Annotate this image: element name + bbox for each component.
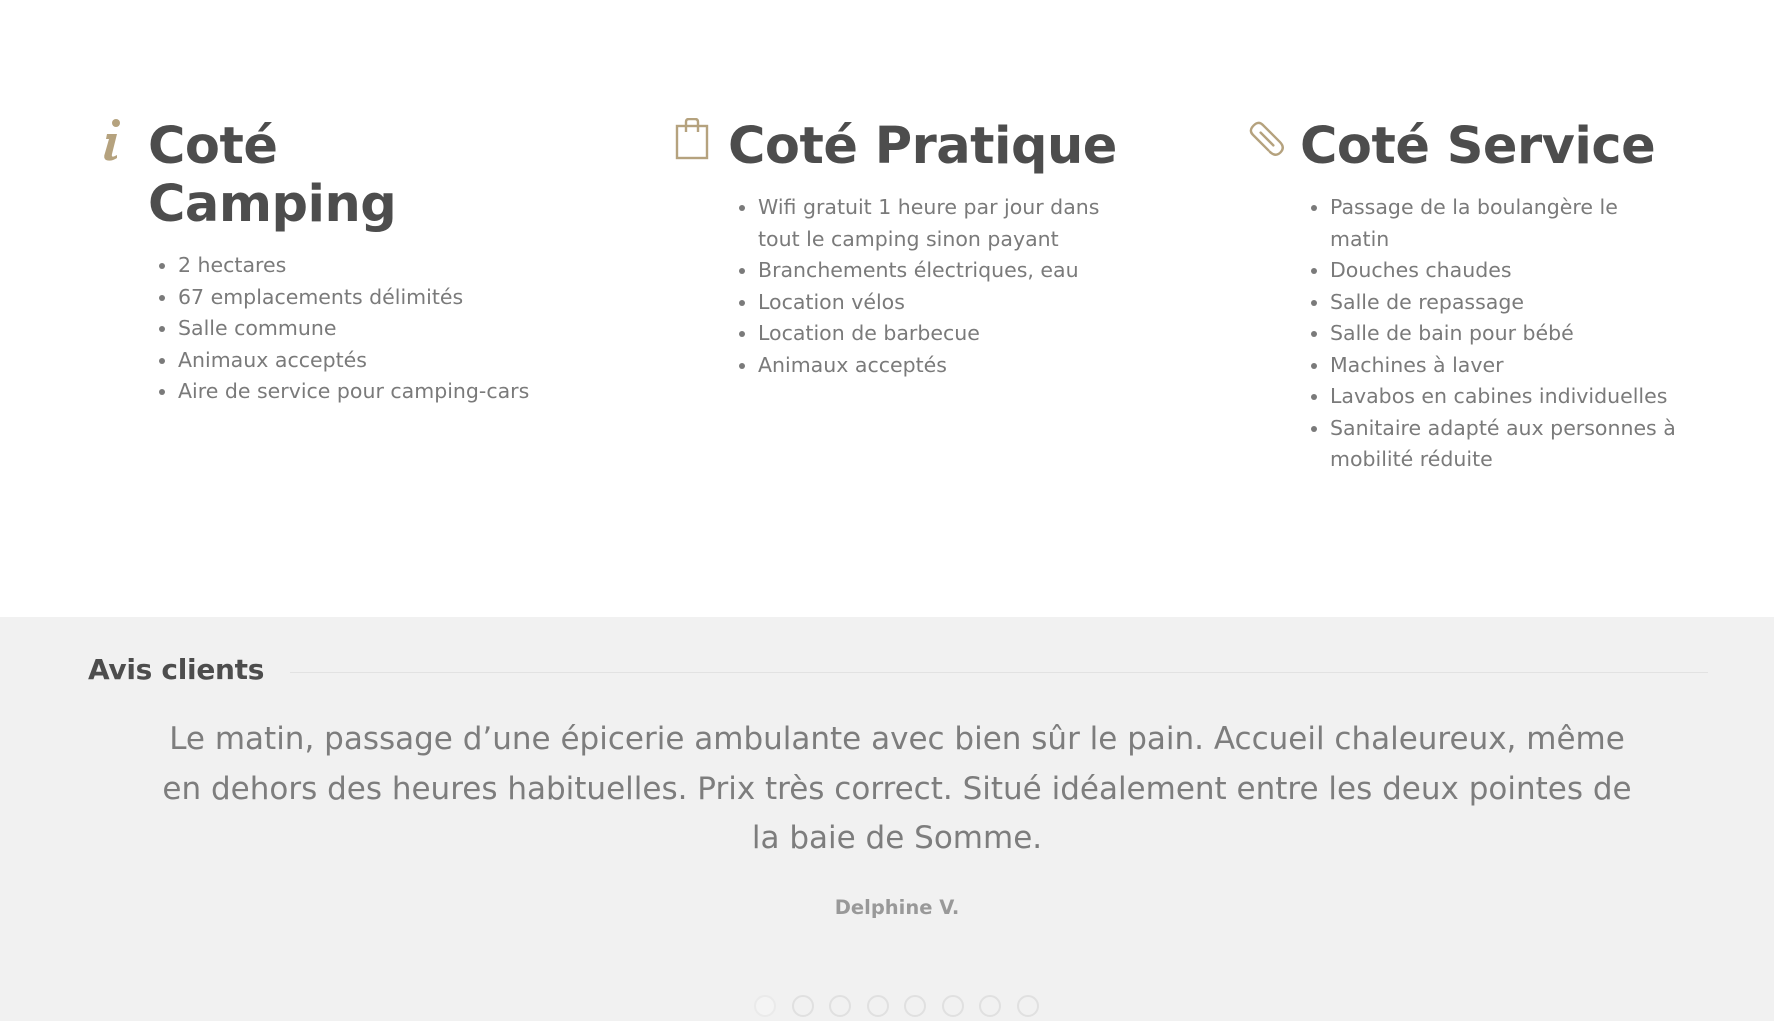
list-item: Salle de repassage bbox=[1330, 287, 1680, 319]
feature-camping: Coté Camping 2 hectares 67 emplacements … bbox=[94, 118, 564, 408]
list-item: 67 emplacements délimités bbox=[178, 282, 564, 314]
carousel-dot[interactable] bbox=[866, 995, 889, 1017]
carousel-dot[interactable] bbox=[754, 995, 776, 1017]
list-item: Aire de service pour camping-cars bbox=[178, 376, 564, 408]
list-item: Machines à laver bbox=[1330, 350, 1680, 382]
reviews-section: Avis clients Le matin, passage d’une épi… bbox=[0, 617, 1774, 1021]
carousel-pagination bbox=[754, 995, 1039, 1017]
feature-service: Coté Service Passage de la boulangère le… bbox=[1246, 118, 1696, 476]
list-item: Branchements électriques, eau bbox=[758, 255, 1108, 287]
list-item: Salle commune bbox=[178, 313, 564, 345]
feature-pratique: Coté Pratique Wifi gratuit 1 heure par j… bbox=[674, 118, 1124, 381]
feature-title: Coté Camping bbox=[148, 117, 397, 234]
list-item: Location de barbecue bbox=[758, 318, 1108, 350]
carousel-dot[interactable] bbox=[904, 995, 926, 1017]
feature-title: Coté Pratique bbox=[728, 117, 1117, 176]
carousel-dot[interactable] bbox=[941, 995, 964, 1017]
list-item: Animaux acceptés bbox=[758, 350, 1108, 382]
carousel-dot[interactable] bbox=[791, 995, 814, 1017]
feature-list: 2 hectares 67 emplacements délimités Sal… bbox=[148, 250, 564, 408]
carousel-dot[interactable] bbox=[1016, 995, 1039, 1017]
features-section: Coté Camping 2 hectares 67 emplacements … bbox=[0, 0, 1774, 617]
carousel-dot[interactable] bbox=[979, 995, 1001, 1017]
feature-title: Coté Service bbox=[1300, 117, 1656, 176]
list-item: Sanitaire adapté aux personnes à mobilit… bbox=[1330, 413, 1680, 476]
feature-list: Wifi gratuit 1 heure par jour dans tout … bbox=[728, 192, 1108, 381]
list-item: Salle de bain pour bébé bbox=[1330, 318, 1680, 350]
shopping-bag-icon bbox=[674, 117, 712, 160]
list-item: Passage de la boulangère le matin bbox=[1330, 192, 1680, 255]
feature-list: Passage de la boulangère le matin Douche… bbox=[1300, 192, 1680, 476]
list-item: Wifi gratuit 1 heure par jour dans tout … bbox=[758, 192, 1108, 255]
carousel-dot[interactable] bbox=[829, 995, 851, 1017]
info-icon bbox=[94, 118, 132, 161]
list-item: Lavabos en cabines individuelles bbox=[1330, 381, 1680, 413]
list-item: Animaux acceptés bbox=[178, 345, 564, 377]
review-author: Delphine V. bbox=[834, 896, 960, 919]
review-quote: Le matin, passage d’une épicerie ambulan… bbox=[162, 721, 1632, 856]
paperclip-icon bbox=[1246, 118, 1284, 160]
list-item: Douches chaudes bbox=[1330, 255, 1680, 287]
reviews-heading: Avis clients bbox=[88, 653, 265, 686]
heading-divider bbox=[290, 672, 1708, 673]
list-item: 2 hectares bbox=[178, 250, 564, 282]
list-item: Location vélos bbox=[758, 287, 1108, 319]
